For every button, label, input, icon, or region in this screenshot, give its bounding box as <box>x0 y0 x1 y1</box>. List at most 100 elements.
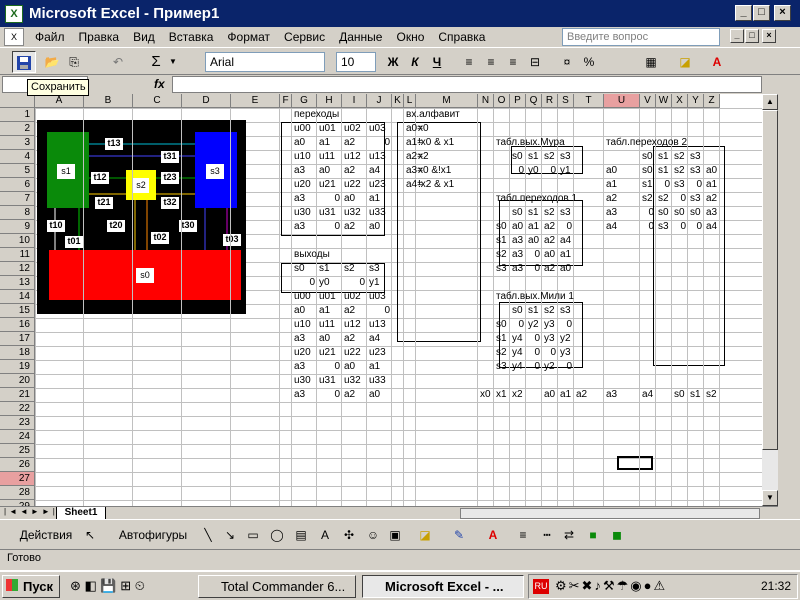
column-header[interactable]: B <box>84 94 133 108</box>
column-header[interactable]: V <box>640 94 656 108</box>
cell[interactable]: a2 <box>542 262 558 276</box>
cell[interactable]: a1 <box>558 248 574 262</box>
cell[interactable]: s1 <box>526 206 542 220</box>
row-header[interactable]: 20 <box>0 374 35 388</box>
textbox-icon[interactable]: ▤ <box>292 524 310 546</box>
cell[interactable]: x2 <box>416 150 478 164</box>
font-name-select[interactable]: Arial <box>205 52 325 72</box>
row-header[interactable]: 9 <box>0 220 35 234</box>
row-header[interactable]: 28 <box>0 486 35 500</box>
cell[interactable]: a2 <box>342 388 367 402</box>
cell[interactable]: u02 <box>342 290 367 304</box>
row-header[interactable]: 13 <box>0 276 35 290</box>
cell[interactable]: s0 <box>640 150 656 164</box>
column-header[interactable]: O <box>494 94 510 108</box>
line-color-icon[interactable]: ✎ <box>448 524 470 546</box>
cell[interactable]: a0 <box>342 192 367 206</box>
cell[interactable]: u02 <box>342 122 367 136</box>
worksheet-grid[interactable]: ABCDEFGHIJKLMNOPQRSTUVWXYZ 1 2 3 4 5 6 7 8 9 10 11… <box>0 94 762 506</box>
row-header[interactable]: 27 <box>0 472 35 486</box>
cell[interactable]: s3 <box>688 150 704 164</box>
scroll-thumb[interactable] <box>762 110 778 450</box>
cell[interactable]: u22 <box>342 178 367 192</box>
column-header[interactable]: L <box>404 94 416 108</box>
cell[interactable]: 0 <box>317 192 342 206</box>
cell[interactable]: y4 <box>510 332 526 346</box>
cell[interactable]: x1 <box>494 388 510 402</box>
column-header[interactable]: Y <box>688 94 704 108</box>
cell[interactable]: a0 <box>604 164 640 178</box>
cell[interactable]: a2 <box>342 220 367 234</box>
cell[interactable]: 0 <box>640 220 656 234</box>
cell[interactable]: 0 <box>317 220 342 234</box>
cell[interactable]: u31 <box>317 206 342 220</box>
cell[interactable]: a0 <box>526 234 542 248</box>
column-header[interactable]: D <box>182 94 231 108</box>
menu-item[interactable]: Справка <box>431 28 492 46</box>
cell[interactable]: s2 <box>672 164 688 178</box>
cell[interactable]: a0 <box>292 136 317 150</box>
cell[interactable]: a1 <box>604 178 640 192</box>
cell[interactable]: x2 <box>510 388 526 402</box>
cell[interactable]: табл.вых.Мили 1 <box>494 290 604 304</box>
cell[interactable]: табл.переходов 2 <box>604 136 724 150</box>
row-header[interactable]: 6 <box>0 178 35 192</box>
row-header[interactable]: 7 <box>0 192 35 206</box>
cell[interactable]: s2 <box>494 248 510 262</box>
cell[interactable]: a1 <box>317 136 342 150</box>
column-header[interactable]: T <box>574 94 604 108</box>
cell[interactable]: s0 <box>510 304 526 318</box>
fx-icon[interactable]: fx <box>154 77 165 91</box>
percent-button[interactable]: % <box>580 51 598 73</box>
line-style-icon[interactable]: ≡ <box>514 524 532 546</box>
cell[interactable]: a1 <box>558 388 574 402</box>
row-header[interactable]: 8 <box>0 206 35 220</box>
fill-color-icon[interactable]: ◪ <box>674 51 696 73</box>
row-header[interactable]: 2 <box>0 122 35 136</box>
menu-item[interactable]: Формат <box>220 28 277 46</box>
column-header[interactable]: P <box>510 94 526 108</box>
cell[interactable]: s1 <box>656 164 672 178</box>
cell[interactable]: s1 <box>656 150 672 164</box>
cell[interactable]: 0 <box>688 178 704 192</box>
cell[interactable]: a2 <box>574 388 604 402</box>
actions-menu[interactable]: Действия <box>14 524 78 546</box>
cell[interactable]: 0 <box>526 332 542 346</box>
close-button[interactable]: × <box>774 5 791 21</box>
menu-item[interactable]: Данные <box>332 28 389 46</box>
row-header[interactable]: 26 <box>0 458 35 472</box>
cell[interactable]: a3 <box>510 234 526 248</box>
cell[interactable]: 0 <box>342 276 367 290</box>
cell[interactable]: 0 <box>526 248 542 262</box>
column-header[interactable]: S <box>558 94 574 108</box>
undo-icon[interactable]: ↶ <box>108 51 128 73</box>
cell[interactable]: табл.переходов 1 <box>494 192 604 206</box>
formula-input[interactable] <box>172 76 762 93</box>
cell[interactable]: y3 <box>558 346 574 360</box>
cell[interactable]: u01 <box>317 122 342 136</box>
autosum-dropdown-icon[interactable]: ▼ <box>168 51 178 73</box>
cell[interactable]: s1 <box>526 304 542 318</box>
cell[interactable]: 0 <box>526 346 542 360</box>
wordart-icon[interactable]: A <box>316 524 334 546</box>
vertical-scrollbar[interactable]: ▲ ▼ <box>762 94 778 506</box>
font-color-icon[interactable]: A <box>706 51 728 73</box>
cell[interactable]: s2 <box>672 150 688 164</box>
rectangle-icon[interactable]: ▭ <box>244 524 262 546</box>
cell[interactable]: вх.алфавит <box>404 108 484 122</box>
cell[interactable]: 0 <box>510 318 526 332</box>
cell[interactable]: a0 <box>317 164 342 178</box>
column-header[interactable]: N <box>478 94 494 108</box>
cell[interactable]: s2 <box>656 192 672 206</box>
excel-icon[interactable]: X <box>5 4 23 23</box>
cell[interactable]: u12 <box>342 318 367 332</box>
column-header[interactable]: Z <box>704 94 720 108</box>
cell[interactable]: u12 <box>342 150 367 164</box>
active-cell[interactable] <box>617 456 653 470</box>
cell[interactable]: s3 <box>494 360 510 374</box>
cell[interactable]: a0 <box>542 248 558 262</box>
column-header[interactable]: C <box>133 94 182 108</box>
row-header[interactable]: 23 <box>0 416 35 430</box>
arrow-style-icon[interactable]: ⇄ <box>560 524 578 546</box>
cell[interactable]: 0 <box>542 164 558 178</box>
